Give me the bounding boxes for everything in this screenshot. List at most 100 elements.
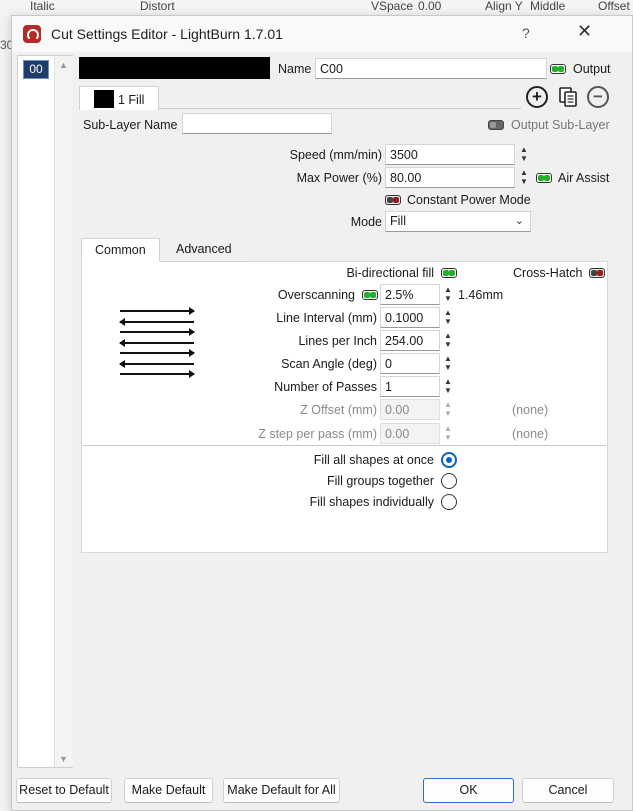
cancel-button[interactable]: Cancel — [522, 778, 614, 803]
lightburn-app-icon — [23, 25, 41, 43]
output-sublayer-toggle[interactable] — [488, 120, 504, 130]
fill-preview-arrow-left — [119, 360, 194, 368]
z-step-input — [380, 423, 440, 444]
scroll-down-icon[interactable]: ▼ — [59, 754, 68, 764]
sublayer-tab-1-fill[interactable]: 1 Fill — [79, 86, 159, 110]
z-step-label: Z step per pass (mm) — [258, 427, 377, 441]
line-interval-input[interactable] — [380, 307, 440, 328]
copy-sublayer-icon[interactable] — [557, 86, 579, 108]
number-of-passes-input[interactable] — [380, 376, 440, 397]
z-offset-none: (none) — [512, 403, 549, 417]
output-sublayer-label: Output Sub-Layer — [511, 118, 610, 132]
constant-power-label: Constant Power Mode — [407, 193, 531, 207]
reset-to-default-button[interactable]: Reset to Default — [16, 778, 112, 803]
mode-select[interactable]: Fill ⌄ — [385, 211, 531, 232]
background-toolbar: Italic Distort VSpace 0.00 Align Y Middl… — [0, 0, 633, 16]
name-label: Name — [278, 62, 312, 76]
overscanning-spinner[interactable]: ▲ ▼ — [441, 284, 455, 305]
make-default-for-all-button[interactable]: Make Default for All — [223, 778, 340, 803]
fill-all-at-once-radio[interactable] — [441, 452, 457, 468]
layer-list[interactable]: 00 ▲ ▼ — [17, 55, 73, 768]
cut-settings-dialog: Cut Settings Editor - LightBurn 1.7.01 ?… — [11, 15, 633, 811]
line-interval-spinner[interactable]: ▲ ▼ — [441, 307, 455, 328]
layer-color-swatch[interactable] — [79, 57, 270, 79]
lines-per-inch-spinner[interactable]: ▲ ▼ — [441, 330, 455, 351]
cross-hatch-label: Cross-Hatch — [513, 266, 583, 280]
sublayer-tab-label: 1 Fill — [118, 93, 145, 107]
z-step-none: (none) — [512, 427, 549, 441]
fill-groups-together-radio[interactable] — [441, 473, 457, 489]
bg-vspace-label: VSpace — [371, 0, 414, 13]
fill-shapes-individually-radio[interactable] — [441, 494, 457, 510]
title-bar: Cut Settings Editor - LightBurn 1.7.01 ?… — [12, 16, 632, 52]
bg-offset-label: Offset — [598, 0, 630, 13]
mode-select-value: Fill — [390, 214, 406, 228]
fill-all-at-once-label: Fill all shapes at once — [313, 453, 434, 467]
fill-preview-arrow-left — [119, 339, 194, 347]
fill-preview-arrow-right — [120, 370, 195, 378]
sublayer-tab-divider — [159, 108, 521, 109]
max-power-label: Max Power (%) — [296, 171, 382, 185]
scroll-up-icon[interactable]: ▲ — [59, 60, 68, 70]
bg-distort-label: Distort — [140, 0, 175, 13]
output-label: Output — [573, 62, 611, 76]
bg-align-y-label: Align Y — [485, 0, 523, 13]
lines-per-inch-input[interactable] — [380, 330, 440, 351]
max-power-input[interactable] — [385, 167, 515, 188]
speed-label: Speed (mm/min) — [289, 148, 382, 162]
tab-common[interactable]: Common — [81, 238, 160, 262]
lines-per-inch-label: Lines per Inch — [298, 334, 377, 348]
bg-align-y-value: Middle — [530, 0, 566, 13]
fill-preview-arrow-right — [120, 328, 195, 336]
name-input[interactable] — [315, 58, 547, 79]
z-offset-spinner: ▲ ▼ — [444, 400, 452, 418]
window-title: Cut Settings Editor - LightBurn 1.7.01 — [51, 26, 283, 42]
bg-vspace-value: 0.00 — [418, 0, 442, 13]
add-sublayer-plus-icon[interactable]: + — [526, 86, 548, 108]
scan-angle-label: Scan Angle (deg) — [281, 357, 377, 371]
number-of-passes-label: Number of Passes — [274, 380, 377, 394]
fill-preview-arrow-left — [119, 318, 194, 326]
settings-tabs: Common Advanced — [81, 238, 608, 262]
chevron-down-icon: ⌄ — [514, 215, 524, 227]
output-toggle[interactable] — [550, 64, 566, 74]
layer-item-00[interactable]: 00 — [23, 60, 49, 79]
sublayer-name-label: Sub-Layer Name — [83, 118, 178, 132]
air-assist-toggle[interactable] — [536, 173, 552, 183]
make-default-button[interactable]: Make Default — [124, 778, 213, 803]
tab-advanced[interactable]: Advanced — [163, 238, 245, 262]
close-button[interactable]: ✕ — [577, 21, 592, 42]
mode-label: Mode — [350, 215, 382, 229]
overscanning-input[interactable] — [380, 284, 440, 305]
speed-spinner[interactable]: ▲ ▼ — [517, 144, 531, 165]
remove-sublayer-minus-icon[interactable]: − — [587, 86, 609, 108]
bidirectional-fill-label: Bi-directional fill — [346, 266, 434, 280]
section-divider — [83, 445, 606, 446]
help-button[interactable]: ? — [522, 25, 530, 41]
scan-angle-spinner[interactable]: ▲ ▼ — [441, 353, 455, 374]
ok-button[interactable]: OK — [423, 778, 514, 803]
max-power-spinner[interactable]: ▲ ▼ — [517, 167, 531, 188]
sublayer-name-input[interactable] — [182, 113, 332, 134]
overscanning-mm: 1.46mm — [458, 288, 504, 302]
overscanning-label: Overscanning — [277, 288, 355, 302]
fill-shapes-individually-label: Fill shapes individually — [309, 495, 434, 509]
constant-power-toggle[interactable] — [385, 195, 401, 205]
line-interval-label: Line Interval (mm) — [276, 311, 377, 325]
bidirectional-fill-toggle[interactable] — [441, 268, 457, 278]
z-offset-label: Z Offset (mm) — [300, 403, 377, 417]
scan-angle-input[interactable] — [380, 353, 440, 374]
layer-list-scrollbar[interactable]: ▲ ▼ — [54, 56, 73, 767]
fill-groups-together-label: Fill groups together — [326, 474, 434, 488]
speed-input[interactable] — [385, 144, 515, 165]
overscanning-toggle[interactable] — [362, 290, 378, 300]
fill-preview-arrow-right — [120, 307, 195, 315]
number-of-passes-spinner[interactable]: ▲ ▼ — [441, 376, 455, 397]
air-assist-label: Air Assist — [558, 171, 610, 185]
fill-preview-arrow-right — [120, 349, 195, 357]
cross-hatch-toggle[interactable] — [589, 268, 605, 278]
z-offset-input — [380, 399, 440, 420]
bg-italic-label: Italic — [30, 0, 55, 13]
sublayer-color-swatch — [94, 90, 114, 108]
z-step-spinner: ▲ ▼ — [444, 424, 452, 442]
